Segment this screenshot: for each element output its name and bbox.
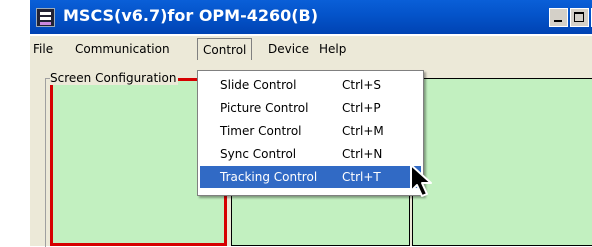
group-label: Screen Configuration [50, 71, 179, 85]
menu-item-tracking-control[interactable]: Tracking Control Ctrl+T [200, 166, 421, 188]
menu-item-slide-control[interactable]: Slide Control Ctrl+S [200, 74, 421, 96]
mouse-cursor-icon [410, 164, 432, 197]
menu-item-shortcut: Ctrl+P [342, 101, 381, 115]
menu-item-picture-control[interactable]: Picture Control Ctrl+P [200, 97, 421, 119]
window-title: MSCS(v6.7)for OPM-4260(B) [63, 6, 319, 25]
control-menu-dropdown: Slide Control Ctrl+S Picture Control Ctr… [197, 70, 424, 196]
menu-communication[interactable]: Communication [75, 40, 170, 58]
menu-control[interactable]: Control [197, 38, 253, 61]
minimize-button[interactable] [549, 8, 568, 27]
menu-file[interactable]: File [33, 40, 53, 58]
menu-item-label: Timer Control [220, 124, 302, 138]
menu-item-label: Sync Control [220, 147, 297, 161]
menu-item-label: Tracking Control [220, 170, 318, 184]
menu-item-sync-control[interactable]: Sync Control Ctrl+N [200, 143, 421, 165]
menu-item-shortcut: Ctrl+T [342, 170, 381, 184]
screen-pane-3[interactable] [412, 78, 592, 246]
app-icon[interactable] [36, 8, 55, 27]
maximize-button[interactable] [570, 8, 589, 27]
menu-item-label: Picture Control [220, 101, 309, 115]
title-bar[interactable]: MSCS(v6.7)for OPM-4260(B) [30, 0, 592, 34]
menu-item-timer-control[interactable]: Timer Control Ctrl+M [200, 120, 421, 142]
menu-item-label: Slide Control [220, 78, 297, 92]
menu-device[interactable]: Device [268, 40, 309, 58]
maximize-icon [574, 12, 584, 22]
menu-help[interactable]: Help [319, 40, 346, 58]
menu-item-shortcut: Ctrl+M [342, 124, 384, 138]
minimize-icon [554, 20, 562, 22]
menu-item-shortcut: Ctrl+N [342, 147, 383, 161]
menu-item-shortcut: Ctrl+S [342, 78, 382, 92]
